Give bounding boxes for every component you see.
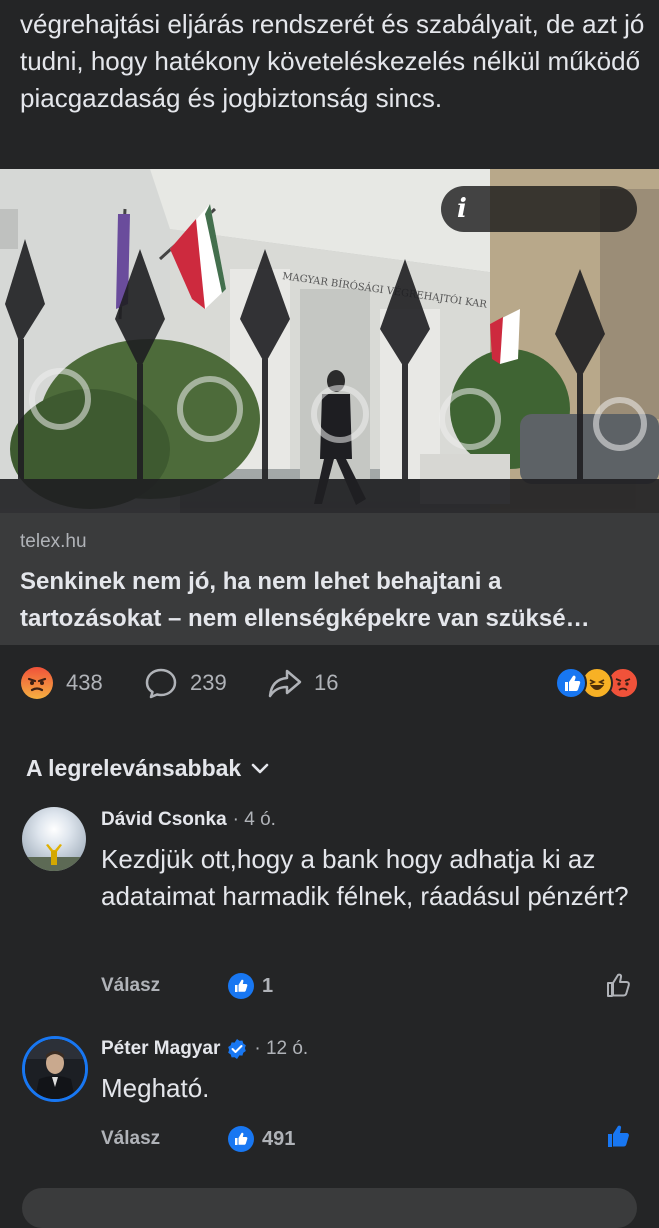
like-reaction-icon [555,667,587,699]
comment-button[interactable]: 239 [144,658,227,708]
comment-icon [145,668,177,699]
comment-likes-count: 1 [262,974,274,997]
link-preview-meta[interactable]: telex.hu Senkinek nem jó, ha nem lehet b… [0,513,659,645]
reactions-count: 438 [66,670,103,695]
comment-body: Kezdjük ott,hogy a bank hogy adhatja ki … [101,844,629,911]
comment-author[interactable]: Péter Magyar [101,1038,220,1060]
comment-likes-count: 491 [262,1127,296,1150]
link-domain: telex.hu [20,531,87,552]
comment-like-button[interactable] [605,1122,633,1155]
comment-author[interactable]: Dávid Csonka [101,809,227,831]
sort-label: A legrelevánsabbak [26,754,242,781]
comment-sort-dropdown[interactable]: A legrelevánsabbak [26,748,271,788]
reply-button[interactable]: Válasz [101,1128,160,1150]
comment-likes[interactable]: 1 [228,973,273,999]
comment-time: · 12 ó. [254,1038,309,1059]
thumbs-up-outline-icon [607,973,630,997]
comment-like-button[interactable] [605,971,633,1004]
comment-header: Dávid Csonka · 4 ó. [101,809,276,831]
comments-count: 239 [190,670,227,695]
info-pill[interactable]: i [441,186,637,232]
share-icon [268,669,302,698]
comment-likes[interactable]: 491 [228,1126,295,1152]
link-title-line-2: tartozásokat – nem ellenségképekre van s… [20,605,590,632]
reaction-button[interactable]: 438 [20,658,103,708]
avatar[interactable] [22,807,86,871]
link-title[interactable]: Senkinek nem jó, ha nem lehet behajtani … [20,563,642,637]
verified-badge-icon [228,1039,247,1059]
chevron-down-icon [251,763,269,774]
like-badge-icon [228,1126,254,1152]
post-text: végrehajtási eljárás rendszerét és szabá… [20,9,645,113]
info-icon[interactable]: i [457,194,467,224]
link-title-line-1: Senkinek nem jó, ha nem lehet behajtani … [20,568,502,595]
comment-time: · 4 ó. [232,809,276,830]
reaction-summary[interactable] [555,667,639,699]
share-button[interactable]: 16 [268,658,338,708]
angry-icon [21,667,53,699]
like-badge-icon [228,973,254,999]
comment-header: Péter Magyar · 12 ó. [101,1038,308,1060]
comment-body: Megható. [101,1073,210,1103]
thumbs-up-filled-icon [608,1125,629,1147]
reply-button[interactable]: Válasz [101,975,160,997]
comment-input-bar[interactable] [22,1188,637,1228]
shares-count: 16 [314,670,339,695]
avatar[interactable] [22,1036,88,1102]
